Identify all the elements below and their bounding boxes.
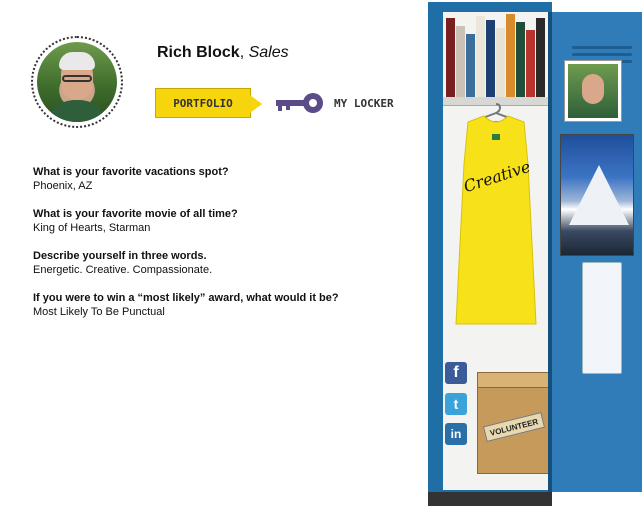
door-handle [582, 262, 622, 374]
locker-base [428, 492, 552, 506]
twitter-icon[interactable]: t [445, 393, 467, 415]
shirt-image [455, 115, 537, 325]
qa-question: What is your favorite vacations spot? [33, 166, 229, 178]
key-icon [276, 93, 323, 113]
mountain-poster [560, 134, 634, 256]
qa-answer: Energetic. Creative. Compassionate. [33, 264, 213, 276]
volunteer-box[interactable]: VOLUNTEER [477, 372, 549, 474]
locker: Creative f t in VOLUNTEER [428, 2, 642, 507]
name-separator: , [239, 44, 245, 61]
qa-answer: King of Hearts, Starman [33, 222, 151, 234]
avatar [37, 42, 117, 122]
qa-item: What is your favorite movie of all time?… [33, 208, 413, 235]
qa-list: What is your favorite vacations spot? Ph… [33, 166, 413, 334]
qa-item: What is your favorite vacations spot? Ph… [33, 166, 413, 193]
my-locker-link[interactable]: MY LOCKER [334, 97, 394, 110]
volunteer-label: VOLUNTEER [482, 411, 546, 443]
profile-name-line: Rich Block, Sales [157, 44, 289, 62]
book-shelf-books [446, 14, 546, 98]
locker-door [548, 12, 642, 492]
profile-name: Rich Block [157, 44, 240, 61]
profile-avatar-frame [31, 36, 123, 128]
profile-role: Sales [248, 44, 289, 61]
portfolio-tab[interactable]: PORTFOLIO [155, 88, 262, 118]
qa-question: If you were to win a “most likely” award… [33, 292, 339, 304]
qa-question: What is your favorite movie of all time? [33, 208, 238, 220]
door-photo [564, 60, 622, 122]
qa-answer: Phoenix, AZ [33, 180, 93, 192]
qa-item: If you were to win a “most likely” award… [33, 292, 413, 319]
facebook-icon[interactable]: f [445, 362, 467, 384]
qa-question: Describe yourself in three words. [33, 250, 207, 262]
qa-item: Describe yourself in three words. Energe… [33, 250, 413, 277]
linkedin-icon[interactable]: in [445, 423, 467, 445]
qa-answer: Most Likely To Be Punctual [33, 306, 165, 318]
